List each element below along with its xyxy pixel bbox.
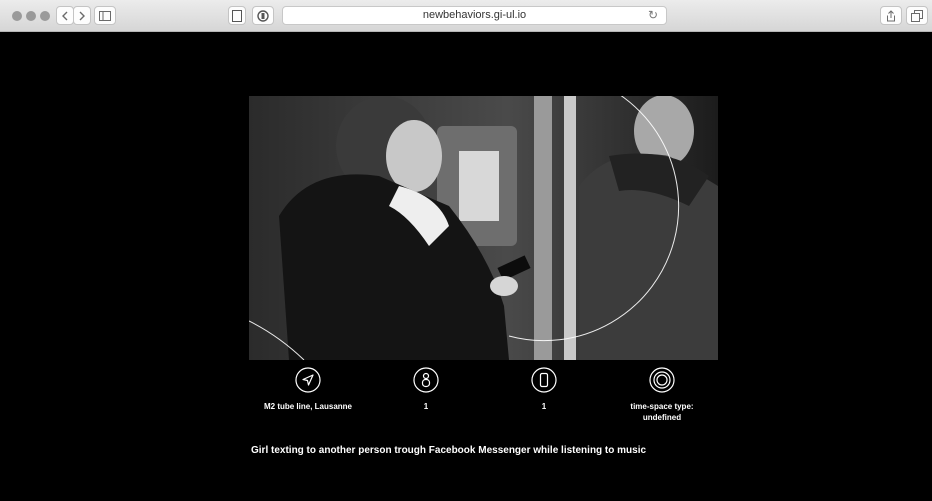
privacy-button[interactable]: [252, 6, 274, 25]
chevron-right-icon: [79, 11, 85, 20]
address-bar[interactable]: newbehaviors.gi-ul.io ↻: [282, 6, 667, 25]
smartphone-icon: [531, 367, 557, 393]
browser-toolbar: newbehaviors.gi-ul.io ↻: [0, 0, 932, 32]
shield-icon: [257, 9, 269, 22]
url-text: newbehaviors.gi-ul.io: [422, 9, 527, 21]
window-zoom-button[interactable]: [40, 11, 50, 21]
meta-time-space: time-space type: undefined: [592, 367, 732, 423]
back-button[interactable]: [56, 6, 74, 25]
reload-icon[interactable]: ↻: [648, 7, 658, 24]
tabs-icon: [911, 9, 923, 22]
share-icon: [887, 9, 895, 21]
window-close-button[interactable]: [12, 11, 22, 21]
photo-caption: Girl texting to another person trough Fa…: [251, 445, 647, 456]
time-space-type-label: time-space type: undefined: [630, 402, 694, 422]
window-minimize-button[interactable]: [26, 11, 36, 21]
concentric-circles-icon: [649, 367, 675, 393]
forward-button[interactable]: [73, 6, 91, 25]
sidebar-toggle-button[interactable]: [94, 6, 116, 25]
person-icon: [413, 367, 439, 393]
photo: [249, 96, 718, 360]
navigation-arrow-icon: [295, 367, 321, 393]
photo-scene: [249, 96, 718, 360]
page-icon: [232, 9, 242, 22]
chevron-left-icon: [62, 11, 68, 20]
tabs-button[interactable]: [906, 6, 928, 25]
sidebar-icon: [99, 10, 111, 21]
reader-button[interactable]: [228, 6, 246, 25]
share-button[interactable]: [880, 6, 902, 25]
